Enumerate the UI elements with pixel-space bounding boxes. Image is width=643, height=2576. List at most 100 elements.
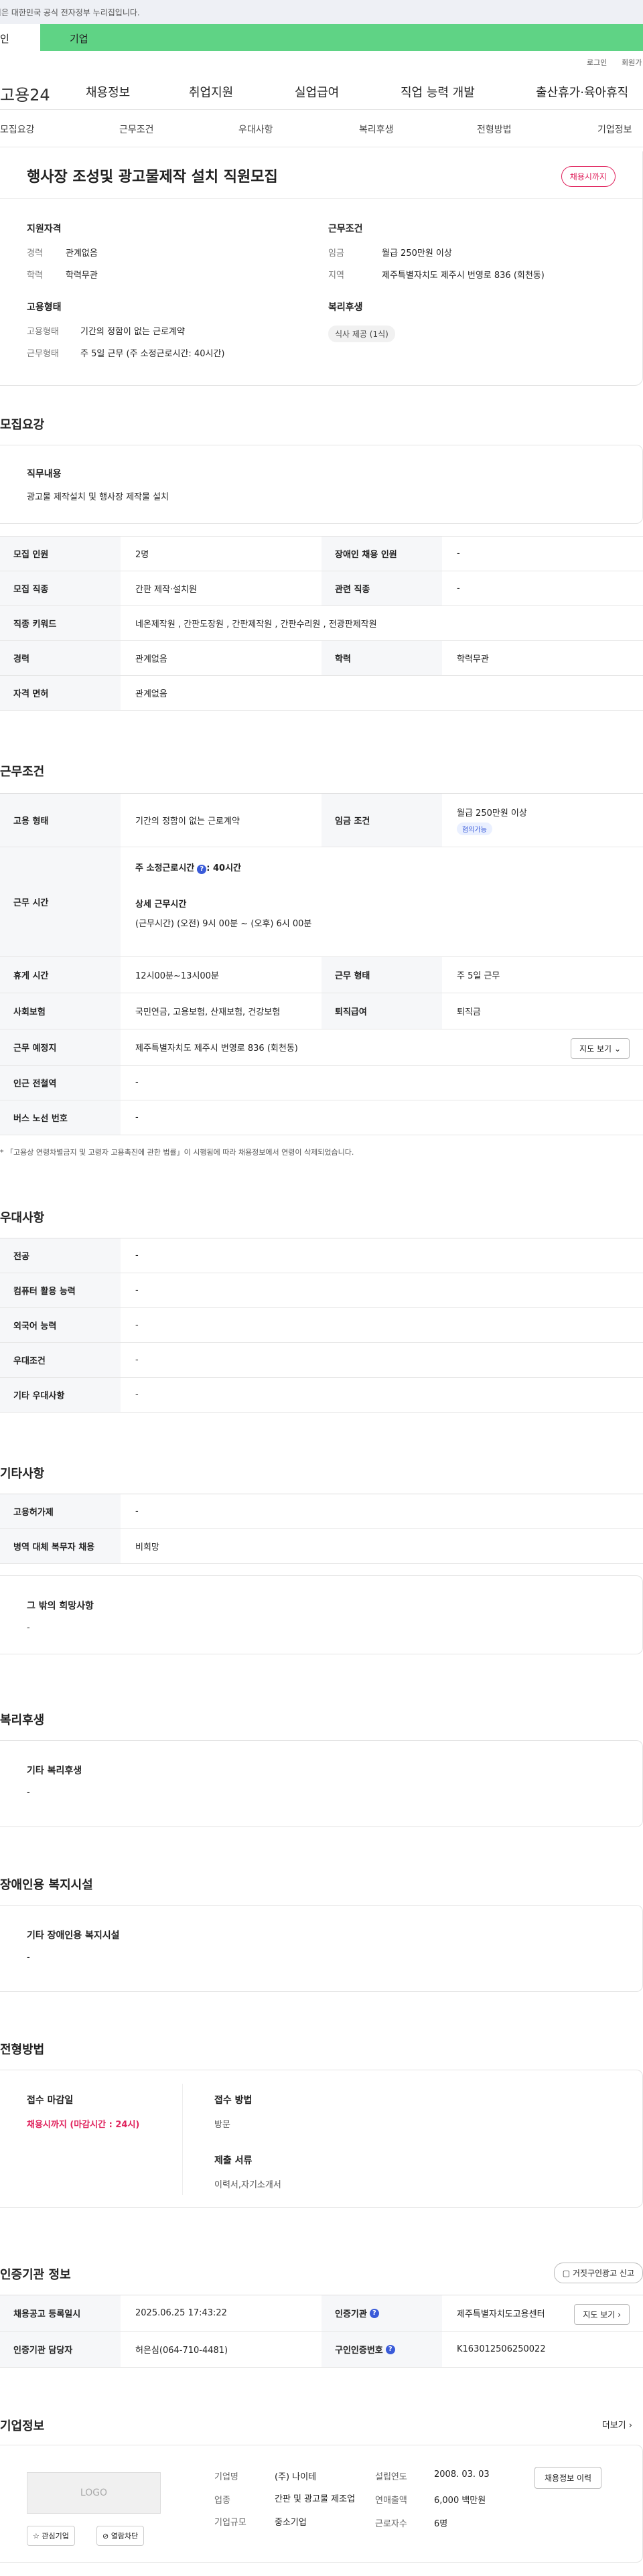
table-cell: 간판 제작·설치원: [135, 585, 197, 595]
join-link[interactable]: 회원가: [622, 57, 642, 68]
table-row: 외국어 능력 -: [0, 1308, 643, 1343]
table-cell: -: [457, 583, 460, 593]
summary-label: 지역: [328, 271, 344, 281]
cert-map-button[interactable]: 지도 보기 ›: [574, 2304, 630, 2325]
hours-detail-text: (근무시간) (오전) 9시 00분 ~ (오후) 6시 00분: [135, 919, 312, 929]
company-value: 간판 및 광고물 제조업: [275, 2494, 356, 2504]
anchor-screening[interactable]: 전형방법: [477, 123, 512, 136]
table-cell: 허은심(064-710-4481): [135, 2346, 228, 2356]
summary-cond-title: 근무조건: [328, 224, 363, 234]
section-title-disability: 장애인용 복지시설: [0, 1878, 93, 1892]
docs-value: 이력서,자기소개서: [214, 2180, 281, 2190]
table-header-cell: 휴게 시간: [0, 957, 121, 993]
disability-box-title: 기타 장애인용 복지시설: [27, 1930, 120, 1941]
table-header-cell: 인증기관?: [322, 2295, 442, 2331]
table-cell: 2명: [135, 550, 149, 560]
table-header-cell: 장애인 채용 인원: [322, 536, 442, 571]
duty-box: 직무내용 광고물 제작설치 및 행사장 제작물 설치: [0, 445, 643, 524]
block-label: 열람차단: [111, 2532, 139, 2541]
company-value: 중소기업: [275, 2517, 307, 2528]
block-view-button[interactable]: ⊘ 열람차단: [96, 2526, 145, 2546]
table-cell: -: [135, 1078, 139, 1088]
recruit-table: 모집 인원 2명 장애인 채용 인원 - 모집 직종 간판 제작·설치원 관련 직종 - 직…: [0, 536, 643, 711]
table-header-cell: 모집 인원: [0, 536, 121, 571]
status-badge: 채용시까지: [561, 166, 616, 187]
service-tabs: 인 기업: [0, 24, 643, 51]
table-header-cell: 사회보험: [0, 993, 121, 1029]
table-header-cell: 병역 대체 복무자 채용: [0, 1529, 121, 1563]
company-logo-placeholder: LOGO: [27, 2472, 161, 2514]
table-cell: 퇴직금: [457, 1007, 481, 1017]
tab-individual[interactable]: 인: [0, 24, 40, 51]
table-row: 버스 노선 번호 -: [0, 1100, 643, 1135]
favorite-label: 관심기업: [42, 2532, 69, 2541]
gnb-item-unemployment-benefit[interactable]: 실업급여: [295, 83, 339, 100]
etc-table: 고용허가제 - 병역 대체 복무자 채용 비희망: [0, 1494, 643, 1564]
site-logo[interactable]: 고용24: [0, 82, 50, 105]
anchor-pref[interactable]: 우대사항: [238, 123, 273, 136]
table-row: 인근 전철역 -: [0, 1066, 643, 1100]
more-label: 더보기: [601, 2421, 626, 2431]
table-row: 병역 대체 복무자 채용 비희망: [0, 1529, 643, 1564]
anchor-work[interactable]: 근무조건: [119, 123, 154, 136]
report-false-ad-button[interactable]: ▢ 거짓구인광고 신고: [553, 2263, 643, 2283]
welfare-box-title: 기타 복리후생: [27, 1766, 82, 1776]
info-icon[interactable]: ?: [197, 865, 207, 874]
anchor-welfare[interactable]: 복리후생: [359, 123, 394, 136]
section-title-recruit: 모집요강: [0, 418, 45, 432]
report-icon: ▢: [562, 2269, 571, 2278]
negotiable-pill: 협의가능: [457, 822, 492, 835]
table-row: 우대조건 -: [0, 1343, 643, 1378]
anchor-company[interactable]: 기업정보: [597, 123, 632, 136]
company-label: 기업규모: [214, 2517, 246, 2528]
gnb-item-jobs[interactable]: 채용정보: [86, 83, 130, 100]
table-row: 컴퓨터 활용 능력 -: [0, 1273, 643, 1308]
table-row: 사회보험 국민연금, 고용보험, 산재보험, 건강보험 퇴직급여 퇴직금: [0, 993, 643, 1029]
pref-table: 전공 - 컴퓨터 활용 능력 - 외국어 능력 - 우대조건 - 기타 우대사항 -: [0, 1238, 643, 1413]
deadline-title: 접수 마감일: [27, 2095, 74, 2106]
map-view-button[interactable]: 지도 보기 ⌄: [571, 1038, 630, 1059]
welfare-box-value: -: [27, 1788, 30, 1798]
anchor-recruit[interactable]: 모집요강: [0, 123, 35, 136]
gnb-item-parental-leave[interactable]: 출산휴가·육아휴직: [536, 83, 628, 100]
summary-emp-title: 고용형태: [27, 302, 62, 313]
table-cell: -: [135, 1506, 139, 1516]
screening-box: 접수 마감일 채용시까지 (마감시간 : 24시) 접수 방법 방문 제출 서류…: [0, 2070, 643, 2208]
summary-value: 학력무관: [66, 271, 98, 281]
other-wishes-value: -: [27, 1623, 30, 1633]
summary-label: 고용형태: [27, 327, 59, 337]
table-header-cell: 고용허가제: [0, 1494, 121, 1528]
section-title-pref: 우대사항: [0, 1211, 45, 1225]
company-info-col2: 설립연도 2008. 03. 03 연매출액 6,000 백만원 근로자수 6명: [375, 2470, 509, 2529]
table-cell: -: [135, 1355, 139, 1365]
global-nav: 고용24 채용정보 취업지원 실업급여 직업 능력 개발 출산휴가·육아휴직: [0, 71, 643, 110]
gnb-item-employment-support[interactable]: 취업지원: [189, 83, 233, 100]
block-icon: ⊘: [102, 2532, 109, 2541]
favorite-company-button[interactable]: ☆ 관심기업: [27, 2526, 75, 2546]
info-icon[interactable]: ?: [385, 2344, 395, 2354]
hiring-history-button[interactable]: 채용정보 이력: [534, 2467, 602, 2489]
company-more-link[interactable]: 더보기 ›: [602, 2418, 632, 2431]
table-cell: -: [457, 549, 460, 559]
summary-value: 관계없음: [66, 248, 98, 259]
duty-title: 직무내용: [27, 469, 62, 480]
gov-notice-text: 이 누리집은 대한민국 공식 전자정부 누리집입니다.: [0, 8, 140, 17]
table-header-cell: 관련 직종: [322, 571, 442, 605]
table-cell: 기간의 정함이 없는 근로계약: [135, 816, 240, 827]
company-value: (주) 나이테: [275, 2472, 317, 2482]
cert-table: 채용공고 등록일시 2025.06.25 17:43:22 인증기관? 제주특별…: [0, 2295, 643, 2368]
gnb-item-skills[interactable]: 직업 능력 개발: [401, 83, 475, 100]
company-label: 기업명: [214, 2472, 238, 2482]
login-link[interactable]: 로그인: [587, 57, 607, 68]
cert-map-label: 지도 보기: [583, 2310, 616, 2319]
table-header-cell: 근무 형태: [322, 957, 442, 993]
table-row: 자격 면허 관계없음: [0, 676, 643, 711]
tab-company[interactable]: 기업: [40, 24, 88, 51]
table-row: 인증기관 담당자 허은심(064-710-4481) 구인인증번호? K1630…: [0, 2332, 643, 2368]
map-view-label: 지도 보기: [579, 1044, 612, 1054]
summary-label: 경력: [27, 248, 43, 259]
info-icon[interactable]: ?: [369, 2308, 379, 2318]
table-row: 근무 예정지 제주특별자치도 제주시 번영로 836 (회천동) 지도 보기 ⌄: [0, 1029, 643, 1066]
company-info-col1: 기업명 (주) 나이테 업종 간판 및 광고물 제조업 기업규모 중소기업: [214, 2470, 375, 2528]
company-label: 업종: [214, 2496, 230, 2506]
